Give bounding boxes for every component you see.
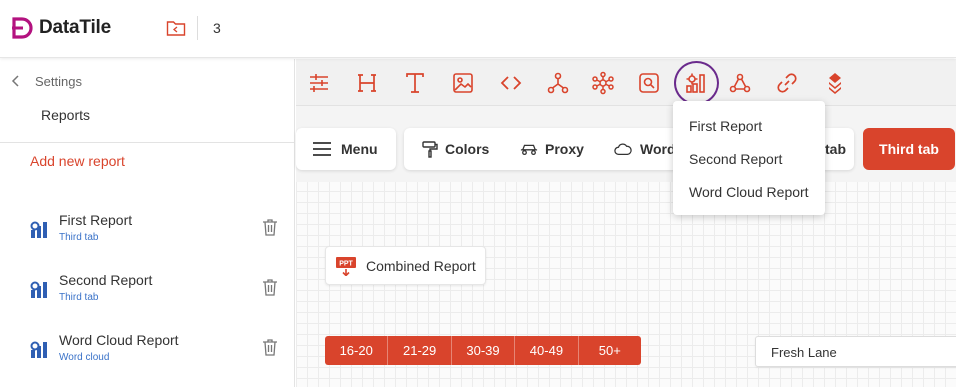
- sidebar-divider: [0, 142, 294, 143]
- trash-icon[interactable]: [262, 218, 278, 236]
- menu-button[interactable]: Menu: [296, 128, 396, 170]
- age-segment[interactable]: 16-20: [325, 336, 389, 365]
- item-count: 3: [213, 20, 221, 36]
- header-divider: [197, 16, 198, 40]
- hamburger-icon: [313, 142, 331, 156]
- tab-second[interactable]: tab: [825, 141, 846, 157]
- menu-label: Menu: [341, 141, 378, 157]
- tab-colors[interactable]: Colors: [445, 141, 489, 157]
- svg-text:PPT: PPT: [339, 261, 353, 268]
- app-header: DataTile 3: [0, 0, 956, 58]
- breadcrumb-settings[interactable]: Settings: [35, 74, 82, 89]
- highlight-ring: [674, 61, 719, 105]
- trash-icon[interactable]: [262, 278, 278, 296]
- combined-report-widget[interactable]: PPT Combined Report: [325, 246, 486, 285]
- code-icon[interactable]: [499, 71, 523, 95]
- report-settings-icon: [30, 281, 47, 298]
- filter-sliders-icon[interactable]: [307, 71, 331, 95]
- chevron-left-icon[interactable]: [10, 74, 22, 88]
- cloud-icon: [614, 143, 632, 156]
- age-segment[interactable]: 50+: [579, 336, 641, 365]
- report-title: Second Report: [59, 272, 153, 288]
- report-subtitle: Word cloud: [59, 352, 110, 363]
- report-title: Word Cloud Report: [59, 332, 179, 348]
- age-segment[interactable]: 21-29: [388, 336, 452, 365]
- logo-text: DataTile: [39, 17, 111, 38]
- report-subtitle: Third tab: [59, 232, 99, 243]
- dropdown-item-word-cloud-report[interactable]: Word Cloud Report: [689, 184, 809, 200]
- text-icon[interactable]: [403, 71, 427, 95]
- fresh-lane-label: Fresh Lane: [771, 345, 837, 360]
- ppt-icon: PPT: [336, 257, 356, 276]
- tab-word-cloud[interactable]: Word: [640, 141, 676, 157]
- network-icon[interactable]: [546, 71, 570, 95]
- report-list-item[interactable]: Word Cloud Report Word cloud: [0, 332, 294, 387]
- report-settings-icon: [30, 221, 47, 238]
- report-title: First Report: [59, 212, 133, 228]
- report-list-item[interactable]: Second Report Third tab: [0, 272, 294, 328]
- search-box-icon[interactable]: [637, 71, 661, 95]
- age-segment[interactable]: 40-49: [515, 336, 579, 365]
- webhook-icon[interactable]: [728, 71, 752, 95]
- heading-icon[interactable]: [355, 71, 379, 95]
- age-segment[interactable]: 30-39: [452, 336, 516, 365]
- icon-toolbar: [296, 59, 956, 106]
- tab-proxy[interactable]: Proxy: [545, 141, 584, 157]
- dropdown-item-first-report[interactable]: First Report: [689, 118, 762, 134]
- combined-report-label: Combined Report: [366, 258, 476, 274]
- layers-icon[interactable]: [823, 71, 847, 95]
- image-icon[interactable]: [451, 71, 475, 95]
- car-icon: [520, 144, 538, 156]
- page-title: Reports: [41, 107, 91, 123]
- folder-back-icon[interactable]: [166, 19, 186, 37]
- report-list-item[interactable]: First Report Third tab: [0, 212, 294, 268]
- add-new-report-link[interactable]: Add new report: [30, 153, 125, 169]
- tab-third-active[interactable]: Third tab: [863, 128, 955, 170]
- logo-mark-icon: [12, 17, 33, 39]
- report-dropdown: First Report Second Report Word Cloud Re…: [673, 101, 825, 215]
- app-logo[interactable]: DataTile: [12, 17, 111, 39]
- report-settings-icon: [30, 341, 47, 358]
- link-icon[interactable]: [775, 71, 799, 95]
- paint-roller-icon: [422, 141, 438, 158]
- trash-icon[interactable]: [262, 338, 278, 356]
- age-group-filter: 16-20 21-29 30-39 40-49 50+: [325, 336, 641, 365]
- report-subtitle: Third tab: [59, 292, 99, 303]
- dropdown-item-second-report[interactable]: Second Report: [689, 151, 782, 167]
- fresh-lane-widget[interactable]: Fresh Lane: [755, 336, 956, 367]
- cluster-icon[interactable]: [591, 71, 615, 95]
